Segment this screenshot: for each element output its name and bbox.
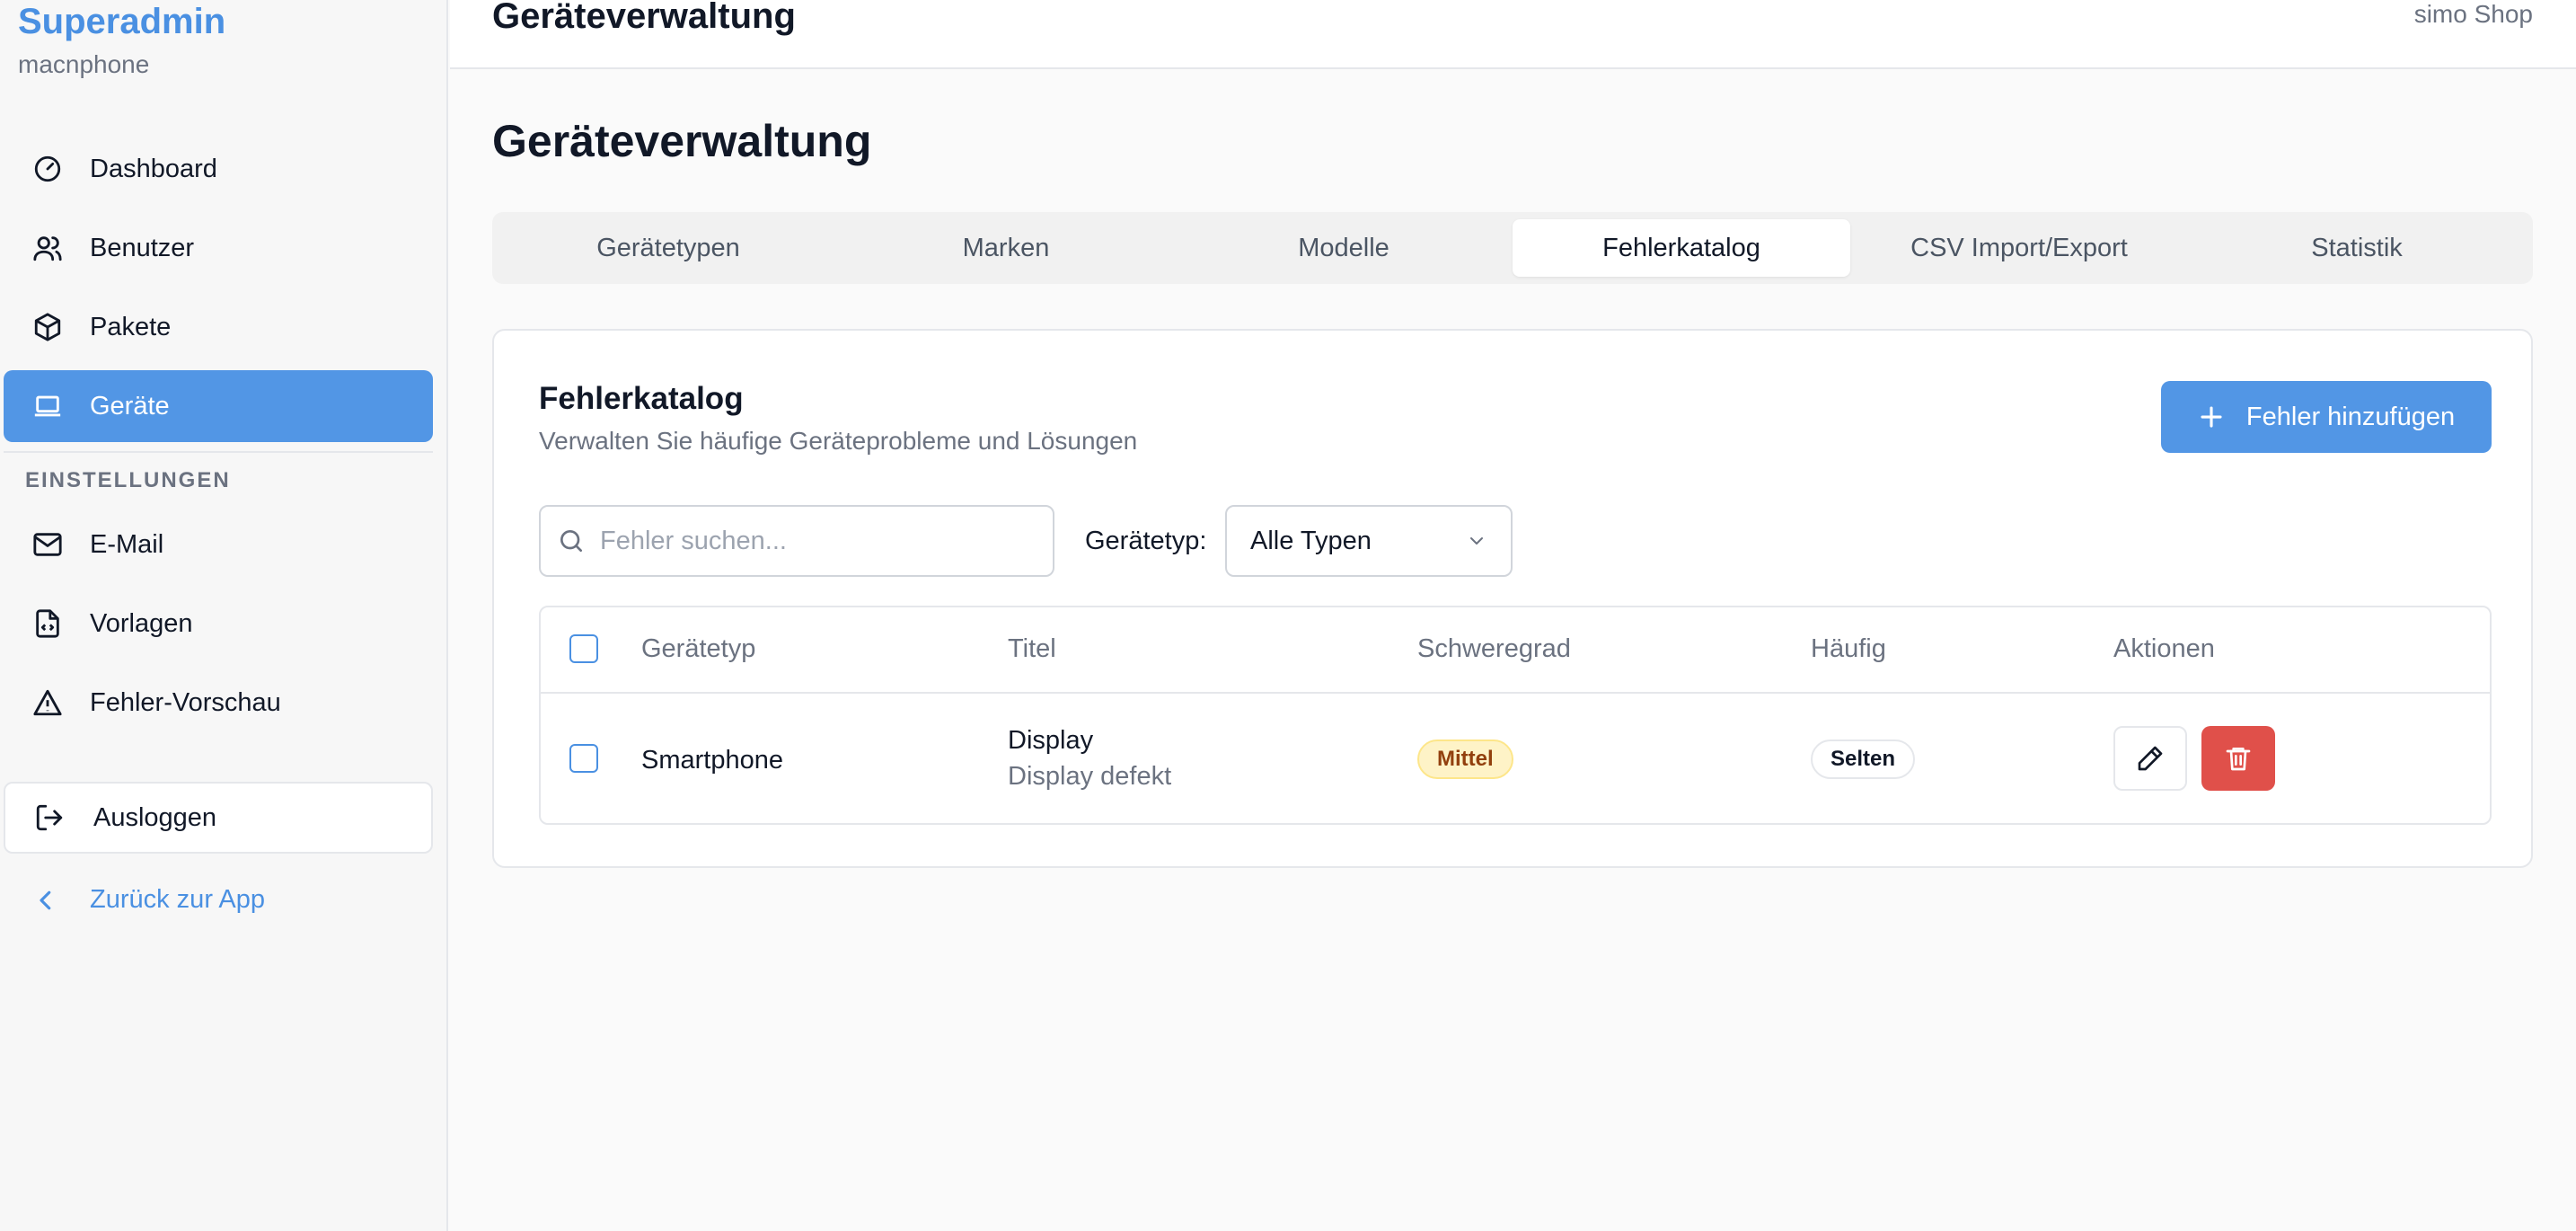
sidebar: Superadmin macnphone Dashboard Benutzer …	[0, 0, 448, 1231]
sidebar-item-benutzer[interactable]: Benutzer	[4, 212, 433, 284]
topbar-title: Geräteverwaltung	[492, 0, 796, 36]
tab-modelle[interactable]: Modelle	[1175, 219, 1513, 277]
sidebar-item-label: E-Mail	[90, 529, 164, 559]
select-all-checkbox[interactable]	[569, 634, 598, 663]
delete-button[interactable]	[2201, 726, 2275, 791]
logout-icon	[36, 804, 63, 831]
brand-title: Superadmin	[18, 2, 226, 41]
column-header-schweregrad[interactable]: Schweregrad	[1417, 634, 1571, 664]
file-code-icon	[36, 609, 59, 638]
logout-button[interactable]: Ausloggen	[4, 782, 433, 854]
error-table: Gerätetyp Titel Schweregrad Häufig Aktio…	[539, 606, 2492, 825]
cell-description: Display defekt	[1008, 762, 1172, 791]
tenant-name: macnphone	[18, 50, 150, 78]
warning-icon	[33, 689, 62, 716]
device-type-select[interactable]: Alle Typen	[1225, 505, 1513, 577]
sidebar-item-fehler-vorschau[interactable]: Fehler-Vorschau	[4, 667, 433, 739]
package-icon	[34, 313, 61, 341]
add-error-button[interactable]: Fehler hinzufügen	[2161, 381, 2492, 453]
chevron-down-icon	[1470, 537, 1483, 545]
tab-bar: Gerätetypen Marken Modelle Fehlerkatalog…	[492, 212, 2533, 284]
settings-section-label: EINSTELLUNGEN	[25, 468, 231, 492]
sidebar-item-label: Vorlagen	[90, 608, 193, 638]
frequency-badge: Selten	[1811, 739, 1916, 779]
column-header-aktionen: Aktionen	[2113, 634, 2215, 663]
plus-icon	[2201, 406, 2222, 428]
back-to-app-link[interactable]: Zurück zur App	[32, 885, 265, 915]
logout-label: Ausloggen	[93, 802, 217, 832]
tab-fehlerkatalog[interactable]: Fehlerkatalog	[1513, 219, 1850, 277]
sidebar-item-label: Fehler-Vorschau	[90, 687, 281, 717]
sidebar-item-label: Geräte	[90, 391, 170, 421]
topbar: Geräteverwaltung simo Shop	[450, 0, 2576, 69]
gauge-icon	[34, 155, 61, 182]
search-input[interactable]	[600, 526, 1031, 556]
search-icon	[560, 530, 582, 552]
table-header: Gerätetyp Titel Schweregrad Häufig Aktio…	[541, 607, 2490, 694]
mail-icon	[33, 533, 62, 556]
severity-badge: Mittel	[1417, 739, 1513, 779]
column-header-haeufig[interactable]: Häufig	[1811, 634, 1886, 664]
sidebar-divider	[4, 451, 433, 453]
sidebar-item-vorlagen[interactable]: Vorlagen	[4, 588, 433, 660]
sidebar-item-geraete[interactable]: Geräte	[4, 370, 433, 442]
tab-geraetetypen[interactable]: Gerätetypen	[499, 219, 837, 277]
topbar-user-name[interactable]: simo Shop	[2414, 0, 2533, 29]
sidebar-item-label: Benutzer	[90, 233, 195, 262]
column-header-geraetetyp[interactable]: Gerätetyp	[641, 634, 755, 664]
table-row: Smartphone Display Display defekt Mittel…	[541, 694, 2490, 823]
fehlerkatalog-card: Fehlerkatalog Verwalten Sie häufige Gerä…	[492, 329, 2533, 868]
cell-title: Display	[1008, 726, 1094, 755]
cell-device-type: Smartphone	[641, 746, 783, 775]
trash-icon	[2226, 748, 2251, 771]
sidebar-item-pakete[interactable]: Pakete	[4, 291, 433, 363]
search-box	[539, 505, 1054, 577]
sidebar-item-label: Pakete	[90, 312, 172, 341]
row-checkbox[interactable]	[569, 744, 598, 773]
sidebar-item-label: Dashboard	[90, 154, 217, 183]
column-header-titel[interactable]: Titel	[1008, 634, 1056, 664]
device-type-filter-label: Gerätetyp:	[1085, 527, 1207, 555]
users-icon	[33, 236, 62, 261]
chevron-left-icon	[40, 890, 51, 909]
back-to-app-label: Zurück zur App	[90, 885, 266, 914]
sidebar-item-dashboard[interactable]: Dashboard	[4, 133, 433, 205]
tab-csv-import-export[interactable]: CSV Import/Export	[1850, 219, 2188, 277]
tab-statistik[interactable]: Statistik	[2188, 219, 2526, 277]
device-type-select-value: Alle Typen	[1250, 526, 1372, 555]
page-title: Geräteverwaltung	[492, 116, 872, 166]
card-subtitle: Verwalten Sie häufige Geräteprobleme und…	[539, 427, 1138, 455]
edit-button[interactable]	[2113, 726, 2187, 791]
add-error-label: Fehler hinzufügen	[2245, 402, 2456, 431]
laptop-icon	[34, 395, 61, 417]
pencil-icon	[2138, 746, 2163, 771]
tab-marken[interactable]: Marken	[837, 219, 1175, 277]
card-title: Fehlerkatalog	[539, 381, 744, 416]
sidebar-item-email[interactable]: E-Mail	[4, 509, 433, 580]
